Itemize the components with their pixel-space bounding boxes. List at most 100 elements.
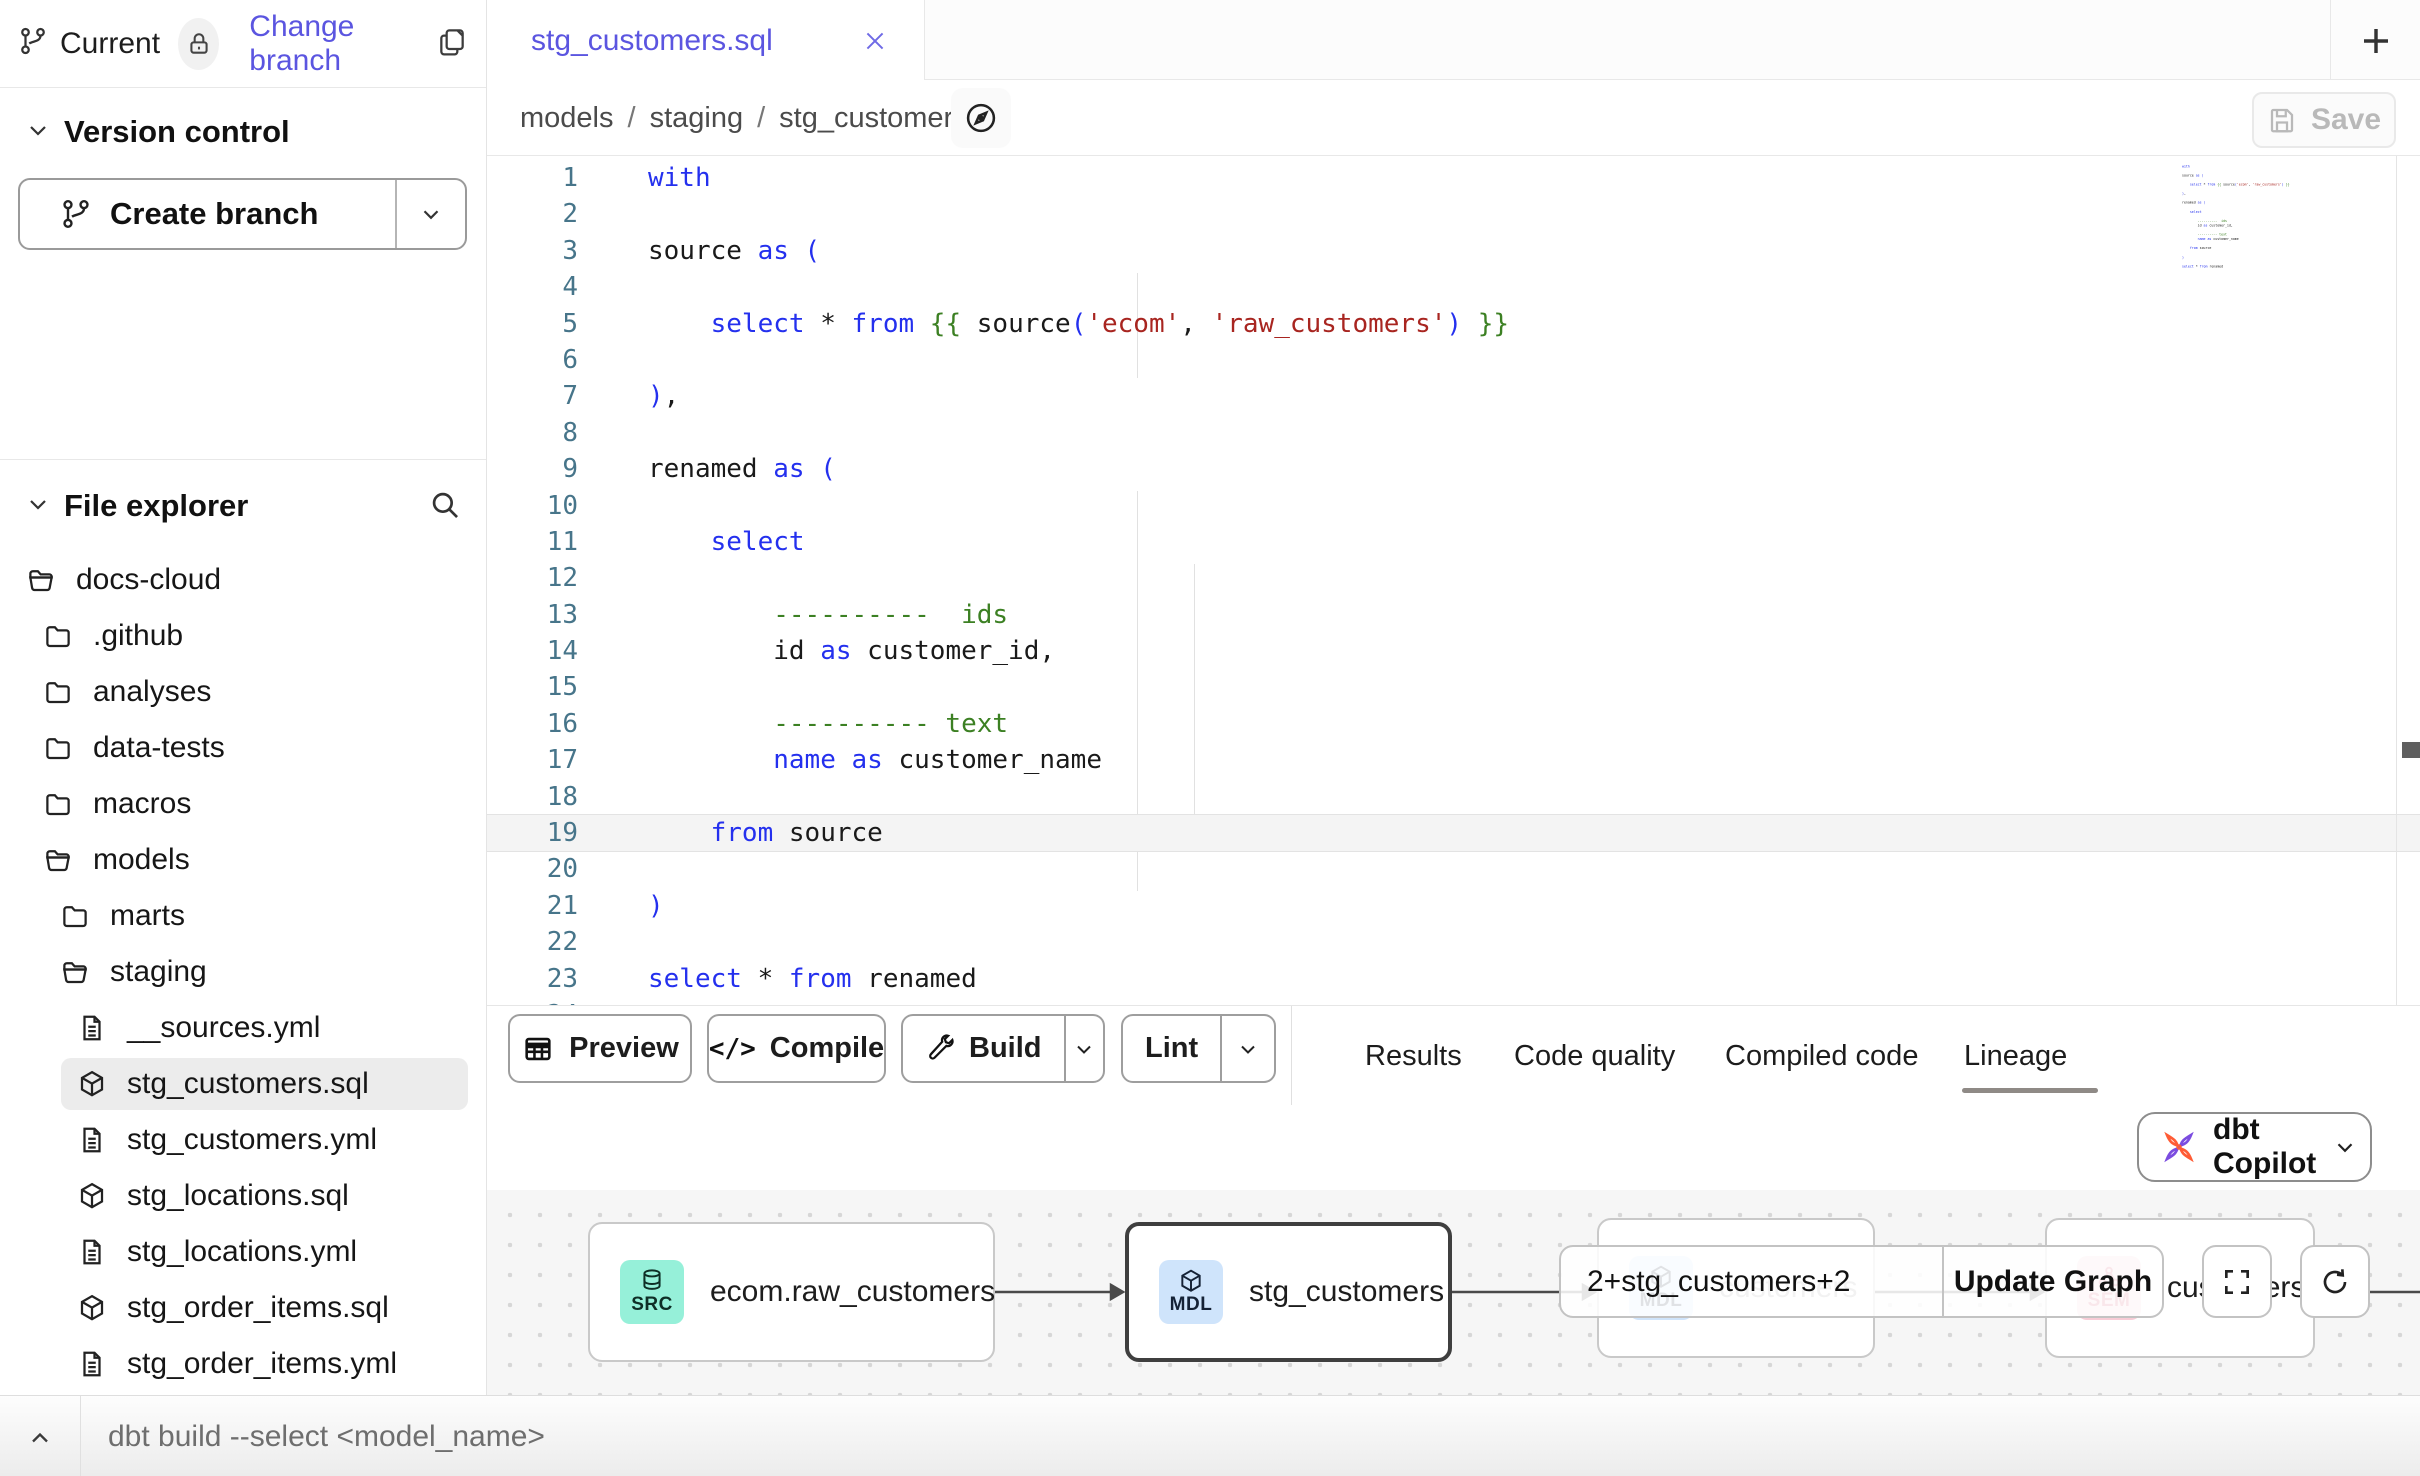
tab-label: stg_customers.sql (531, 24, 862, 58)
save-icon (2267, 105, 2297, 135)
lineage-selector-input[interactable]: 2+stg_customers+2 (1561, 1247, 1944, 1316)
collapse-panel-icon[interactable] (20, 1418, 60, 1458)
git-branch-icon (18, 26, 48, 61)
sidebar-item-stg-order-items-yml[interactable]: stg_order_items.yml (0, 1336, 486, 1392)
preview-label: Preview (569, 1032, 679, 1065)
copy-icon[interactable] (436, 25, 468, 62)
file-label: marts (110, 899, 185, 933)
file-label: stg_customers.yml (127, 1123, 377, 1157)
tab-stg-customers-sql[interactable]: stg_customers.sql (487, 0, 925, 81)
sidebar-item-analyses[interactable]: analyses (0, 664, 486, 720)
dbt-copilot-button[interactable]: dbt Copilot (2137, 1112, 2372, 1182)
command-input[interactable]: dbt build --select <model_name> (108, 1396, 545, 1476)
sidebar-item--sources-yml[interactable]: __sources.yml (0, 1000, 486, 1056)
create-branch-dropdown[interactable] (397, 180, 465, 248)
build-split-button: Build (901, 1014, 1105, 1083)
lint-button[interactable]: Lint (1123, 1016, 1222, 1081)
lint-split-button: Lint (1121, 1014, 1276, 1083)
chevron-down-icon (26, 492, 50, 521)
file-label: analyses (93, 675, 211, 709)
chevron-down-icon (2332, 1134, 2358, 1160)
file-label: models (93, 843, 190, 877)
sidebar-item-stg-customers-sql[interactable]: stg_customers.sql (0, 1056, 486, 1112)
open-lineage-icon[interactable] (951, 88, 1011, 148)
file-label: stg_locations.yml (127, 1235, 357, 1269)
lineage-node-src-ecom-raw-customers[interactable]: SRC ecom.raw_customers (588, 1222, 995, 1362)
build-label: Build (969, 1032, 1042, 1065)
doc-icon (77, 1013, 107, 1043)
editor-lines: 1with23source as (45 select * from {{ so… (487, 160, 2420, 1005)
save-button[interactable]: Save (2252, 92, 2396, 148)
sidebar-item-stg-locations-sql[interactable]: stg_locations.sql (0, 1168, 486, 1224)
close-icon[interactable] (862, 28, 888, 54)
lineage-node-mdl-stg-customers[interactable]: MDL stg_customers (1125, 1222, 1452, 1362)
folder-icon (43, 621, 73, 651)
build-dropdown[interactable] (1066, 1016, 1104, 1081)
sidebar-item-stg-locations-yml[interactable]: stg_locations.yml (0, 1224, 486, 1280)
new-tab-button[interactable] (2349, 14, 2403, 68)
file-label: __sources.yml (127, 1011, 320, 1045)
folder-icon (43, 677, 73, 707)
breadcrumb-staging[interactable]: staging (650, 102, 744, 135)
lint-dropdown[interactable] (1222, 1016, 1274, 1081)
tab-strip: stg_customers.sql (487, 0, 2420, 80)
create-branch-button[interactable]: Create branch (20, 180, 397, 248)
folder-icon (43, 733, 73, 763)
tab-results[interactable]: Results (1365, 1006, 1462, 1106)
sidebar-item--github[interactable]: .github (0, 608, 486, 664)
lineage-canvas[interactable]: SRC ecom.raw_customers MDL stg_customers (487, 1190, 2420, 1395)
status-bar: dbt build --select <model_name> ✓ Defer … (0, 1395, 2420, 1476)
node-label: ecom.raw_customers (710, 1275, 995, 1309)
change-branch-link[interactable]: Change branch (249, 10, 412, 78)
file-label: stg_locations.sql (127, 1179, 349, 1213)
model-icon (77, 1293, 107, 1323)
model-icon (77, 1069, 107, 1099)
search-icon[interactable] (428, 488, 462, 527)
folder-open-icon (26, 565, 56, 595)
file-tree: docs-cloud .github analyses data-tests macro… (0, 552, 486, 1392)
update-graph-button[interactable]: Update Graph (1944, 1247, 2162, 1316)
main-area: stg_customers.sql models/staging/stg_cus… (487, 0, 2420, 1476)
divider (2396, 156, 2397, 1005)
file-label: stg_customers.sql (127, 1067, 369, 1101)
preview-button[interactable]: Preview (508, 1014, 692, 1083)
file-explorer-title: File explorer (64, 488, 248, 524)
divider (1291, 1006, 1292, 1106)
sidebar-item-stg-order-items-sql[interactable]: stg_order_items.sql (0, 1280, 486, 1336)
build-button[interactable]: Build (903, 1016, 1066, 1081)
wrench-icon (925, 1034, 955, 1064)
tab-code-quality[interactable]: Code quality (1514, 1006, 1675, 1106)
folder-open-icon (60, 957, 90, 987)
save-label: Save (2311, 103, 2381, 137)
mdl-badge-label: MDL (1170, 1294, 1213, 1316)
copilot-row: dbt Copilot (487, 1105, 2420, 1190)
scrollbar-thumb[interactable] (2402, 742, 2420, 758)
lock-icon (178, 18, 219, 70)
folder-open-icon (43, 845, 73, 875)
breadcrumb-models[interactable]: models (520, 102, 614, 135)
compile-button[interactable]: </> Compile (707, 1014, 886, 1083)
tab-compiled-code[interactable]: Compiled code (1725, 1006, 1918, 1106)
file-explorer-header[interactable]: File explorer (0, 470, 486, 542)
refresh-button[interactable] (2300, 1245, 2370, 1318)
code-editor[interactable]: 1with23source as (45 select * from {{ so… (487, 156, 2420, 1005)
file-label: macros (93, 787, 191, 821)
sidebar-item-macros[interactable]: macros (0, 776, 486, 832)
minimap[interactable]: withsource as ( select * from {{ source(… (2176, 164, 2296, 276)
sidebar-item-data-tests[interactable]: data-tests (0, 720, 486, 776)
sidebar-item-marts[interactable]: marts (0, 888, 486, 944)
version-control-header[interactable]: Version control (0, 96, 486, 168)
sidebar-item-staging[interactable]: staging (0, 944, 486, 1000)
lineage-selector-bar: 2+stg_customers+2 Update Graph (1559, 1245, 2164, 1318)
doc-icon (77, 1237, 107, 1267)
file-label: .github (93, 619, 183, 653)
folder-icon (60, 901, 90, 931)
sidebar-item-docs-cloud[interactable]: docs-cloud (0, 552, 486, 608)
file-label: staging (110, 955, 207, 989)
fullscreen-button[interactable] (2202, 1245, 2272, 1318)
node-label: stg_customers (1249, 1275, 1444, 1309)
sidebar-item-models[interactable]: models (0, 832, 486, 888)
doc-icon (77, 1349, 107, 1379)
current-branch-label: Current (60, 27, 160, 61)
sidebar-item-stg-customers-yml[interactable]: stg_customers.yml (0, 1112, 486, 1168)
